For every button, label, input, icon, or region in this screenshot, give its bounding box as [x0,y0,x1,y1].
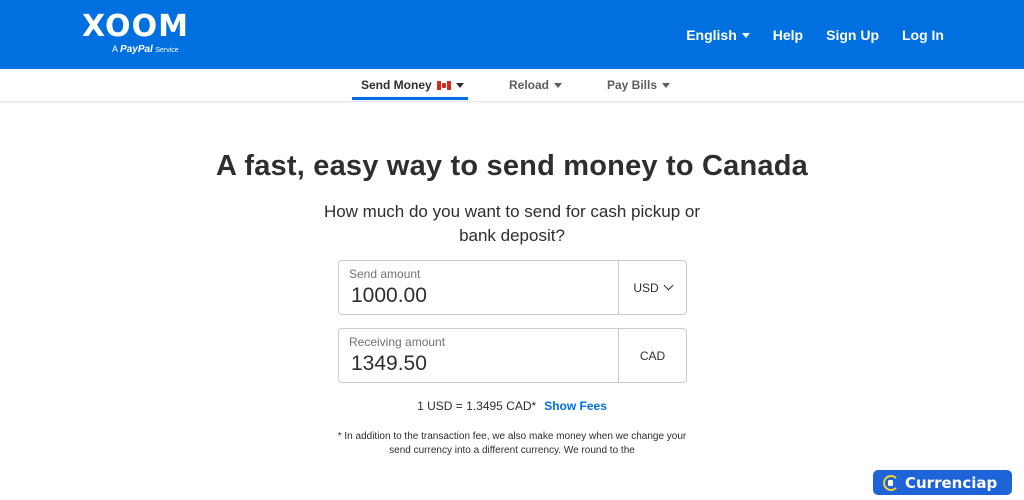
xoom-logo[interactable]: XOOM A PayPal Service [82,10,194,58]
tab-reload-label: Reload [509,78,550,92]
tab-pay-bills[interactable]: Pay Bills [607,78,671,93]
tab-send-money[interactable]: Send Money [361,78,464,93]
caret-down-icon [554,83,563,88]
logo-wordmark: XOOM [82,9,189,44]
logo-prefix: A [112,44,118,54]
language-label: English [686,27,737,43]
receiving-amount-label: Receiving amount [349,335,446,349]
top-header: XOOM A PayPal Service English Help Sign … [0,0,1024,69]
send-amount-label: Send amount [349,267,421,281]
receiving-amount-field: Receiving amount CAD [338,328,687,383]
send-amount-field: Send amount USD [338,260,687,315]
page-title: A fast, easy way to send money to Canada [216,150,808,182]
tab-pay-bills-label: Pay Bills [607,78,658,92]
exchange-rate-line: 1 USD = 1.3495 CAD* Show Fees [0,399,1024,413]
currenciap-label: Currenciap [905,473,998,492]
send-currency-label: USD [633,280,659,295]
caret-down-icon [741,32,750,38]
caret-down-icon [455,83,464,88]
language-selector[interactable]: English [686,25,750,45]
help-link[interactable]: Help [773,25,803,45]
caret-down-icon [662,83,671,88]
send-question: How much do you want to send for cash pi… [323,202,701,245]
send-currency-select[interactable]: USD [618,261,686,314]
receive-currency-label: CAD [639,348,666,363]
show-fees-link[interactable]: Show Fees [544,399,607,413]
sign-up-link[interactable]: Sign Up [826,25,879,45]
log-in-link[interactable]: Log In [902,25,944,45]
tab-reload[interactable]: Reload [509,78,563,93]
logo-service: Service [155,47,179,54]
send-amount-input[interactable] [351,283,611,309]
exchange-rate: 1 USD = 1.3495 CAD* [417,399,537,413]
receiving-amount-input[interactable] [351,351,611,377]
tab-send-money-label: Send Money [361,78,432,92]
logo-tagline: A PayPal Service [112,44,179,56]
sub-nav: Send Money Reload Pay Bills [0,69,1024,102]
fx-disclaimer: * In addition to the transaction fee, we… [337,431,687,456]
currenciap-badge[interactable]: Currenciap [873,470,1012,495]
canada-flag-icon [436,81,451,90]
currenciap-logo-icon [883,474,899,491]
top-nav: English Help Sign Up Log In [663,25,944,45]
receive-currency-display: CAD [618,329,686,382]
active-tab-indicator [352,97,468,100]
chevron-down-icon [663,280,674,291]
logo-paypal: PayPal [120,44,153,55]
